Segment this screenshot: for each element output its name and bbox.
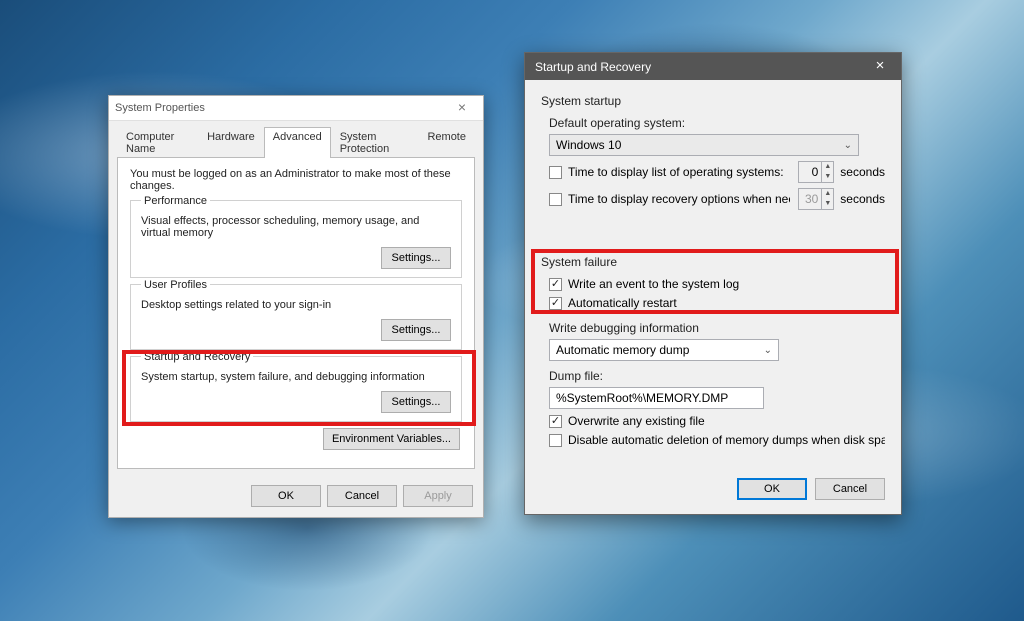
dump-file-input[interactable]: %SystemRoot%\MEMORY.DMP (549, 387, 764, 409)
environment-variables-button[interactable]: Environment Variables... (323, 428, 460, 450)
system-failure-label: System failure (541, 255, 885, 269)
performance-label: Performance (141, 195, 210, 207)
time-list-value: 0 (799, 162, 821, 182)
write-event-label: Write an event to the system log (568, 277, 739, 291)
default-os-value: Windows 10 (556, 138, 621, 152)
ok-button[interactable]: OK (251, 485, 321, 507)
startup-recovery-buttons: OK Cancel (525, 464, 901, 514)
seconds-label: seconds (840, 192, 885, 206)
user-profiles-group: User Profiles Desktop settings related t… (130, 284, 462, 350)
dump-file-label: Dump file: (549, 369, 885, 383)
seconds-label: seconds (840, 165, 885, 179)
user-profiles-label: User Profiles (141, 279, 210, 291)
performance-desc: Visual effects, processor scheduling, me… (141, 215, 451, 239)
overwrite-label: Overwrite any existing file (568, 414, 705, 428)
close-icon[interactable]: × (859, 53, 901, 80)
chevron-down-icon[interactable]: ▼ (822, 172, 833, 182)
tab-remote[interactable]: Remote (418, 127, 475, 158)
time-list-label: Time to display list of operating system… (568, 165, 790, 179)
startup-recovery-titlebar[interactable]: Startup and Recovery × (525, 53, 901, 80)
cancel-button[interactable]: Cancel (327, 485, 397, 507)
write-debug-label: Write debugging information (549, 321, 885, 335)
time-list-checkbox[interactable] (549, 166, 562, 179)
system-properties-dialog: System Properties × Computer Name Hardwa… (108, 95, 484, 518)
admin-note: You must be logged on as an Administrato… (130, 168, 462, 192)
time-recovery-label: Time to display recovery options when ne… (568, 192, 790, 206)
startup-recovery-title: Startup and Recovery (535, 60, 859, 74)
auto-restart-checkbox[interactable] (549, 297, 562, 310)
chevron-up-icon[interactable]: ▲ (822, 189, 833, 199)
disable-delete-checkbox[interactable] (549, 434, 562, 447)
default-os-select[interactable]: Windows 10 ⌄ (549, 134, 859, 156)
tab-advanced[interactable]: Advanced (264, 127, 331, 158)
performance-settings-button[interactable]: Settings... (381, 247, 451, 269)
performance-group: Performance Visual effects, processor sc… (130, 200, 462, 278)
system-startup-label: System startup (541, 94, 885, 108)
system-properties-body: You must be logged on as an Administrato… (117, 157, 475, 469)
tab-computer-name[interactable]: Computer Name (117, 127, 198, 158)
overwrite-checkbox[interactable] (549, 415, 562, 428)
system-properties-titlebar[interactable]: System Properties × (109, 96, 483, 121)
time-recovery-value: 30 (799, 189, 821, 209)
debug-type-value: Automatic memory dump (556, 343, 689, 357)
ok-button[interactable]: OK (737, 478, 807, 500)
startup-recovery-settings-button[interactable]: Settings... (381, 391, 451, 413)
cancel-button[interactable]: Cancel (815, 478, 885, 500)
default-os-label: Default operating system: (549, 116, 885, 130)
system-properties-tabs: Computer Name Hardware Advanced System P… (109, 121, 483, 158)
disable-delete-label: Disable automatic deletion of memory dum… (568, 433, 885, 447)
tab-hardware[interactable]: Hardware (198, 127, 264, 158)
tab-system-protection[interactable]: System Protection (331, 127, 419, 158)
startup-recovery-group: Startup and Recovery System startup, sys… (130, 356, 462, 422)
apply-button[interactable]: Apply (403, 485, 473, 507)
startup-recovery-desc: System startup, system failure, and debu… (141, 371, 451, 383)
chevron-down-icon: ⌄ (764, 345, 772, 356)
auto-restart-label: Automatically restart (568, 296, 677, 310)
chevron-up-icon[interactable]: ▲ (822, 162, 833, 172)
chevron-down-icon: ⌄ (844, 140, 852, 151)
time-recovery-checkbox[interactable] (549, 193, 562, 206)
system-properties-title: System Properties (115, 102, 447, 114)
time-list-spinner[interactable]: 0 ▲▼ (798, 161, 834, 183)
debug-type-select[interactable]: Automatic memory dump ⌄ (549, 339, 779, 361)
user-profiles-desc: Desktop settings related to your sign-in (141, 299, 451, 311)
startup-recovery-dialog: Startup and Recovery × System startup De… (524, 52, 902, 515)
write-event-checkbox[interactable] (549, 278, 562, 291)
close-icon[interactable]: × (447, 98, 477, 118)
chevron-down-icon[interactable]: ▼ (822, 199, 833, 209)
time-recovery-spinner[interactable]: 30 ▲▼ (798, 188, 834, 210)
system-properties-buttons: OK Cancel Apply (109, 477, 483, 517)
user-profiles-settings-button[interactable]: Settings... (381, 319, 451, 341)
startup-recovery-body: System startup Default operating system:… (525, 80, 901, 464)
startup-recovery-label: Startup and Recovery (141, 351, 253, 363)
